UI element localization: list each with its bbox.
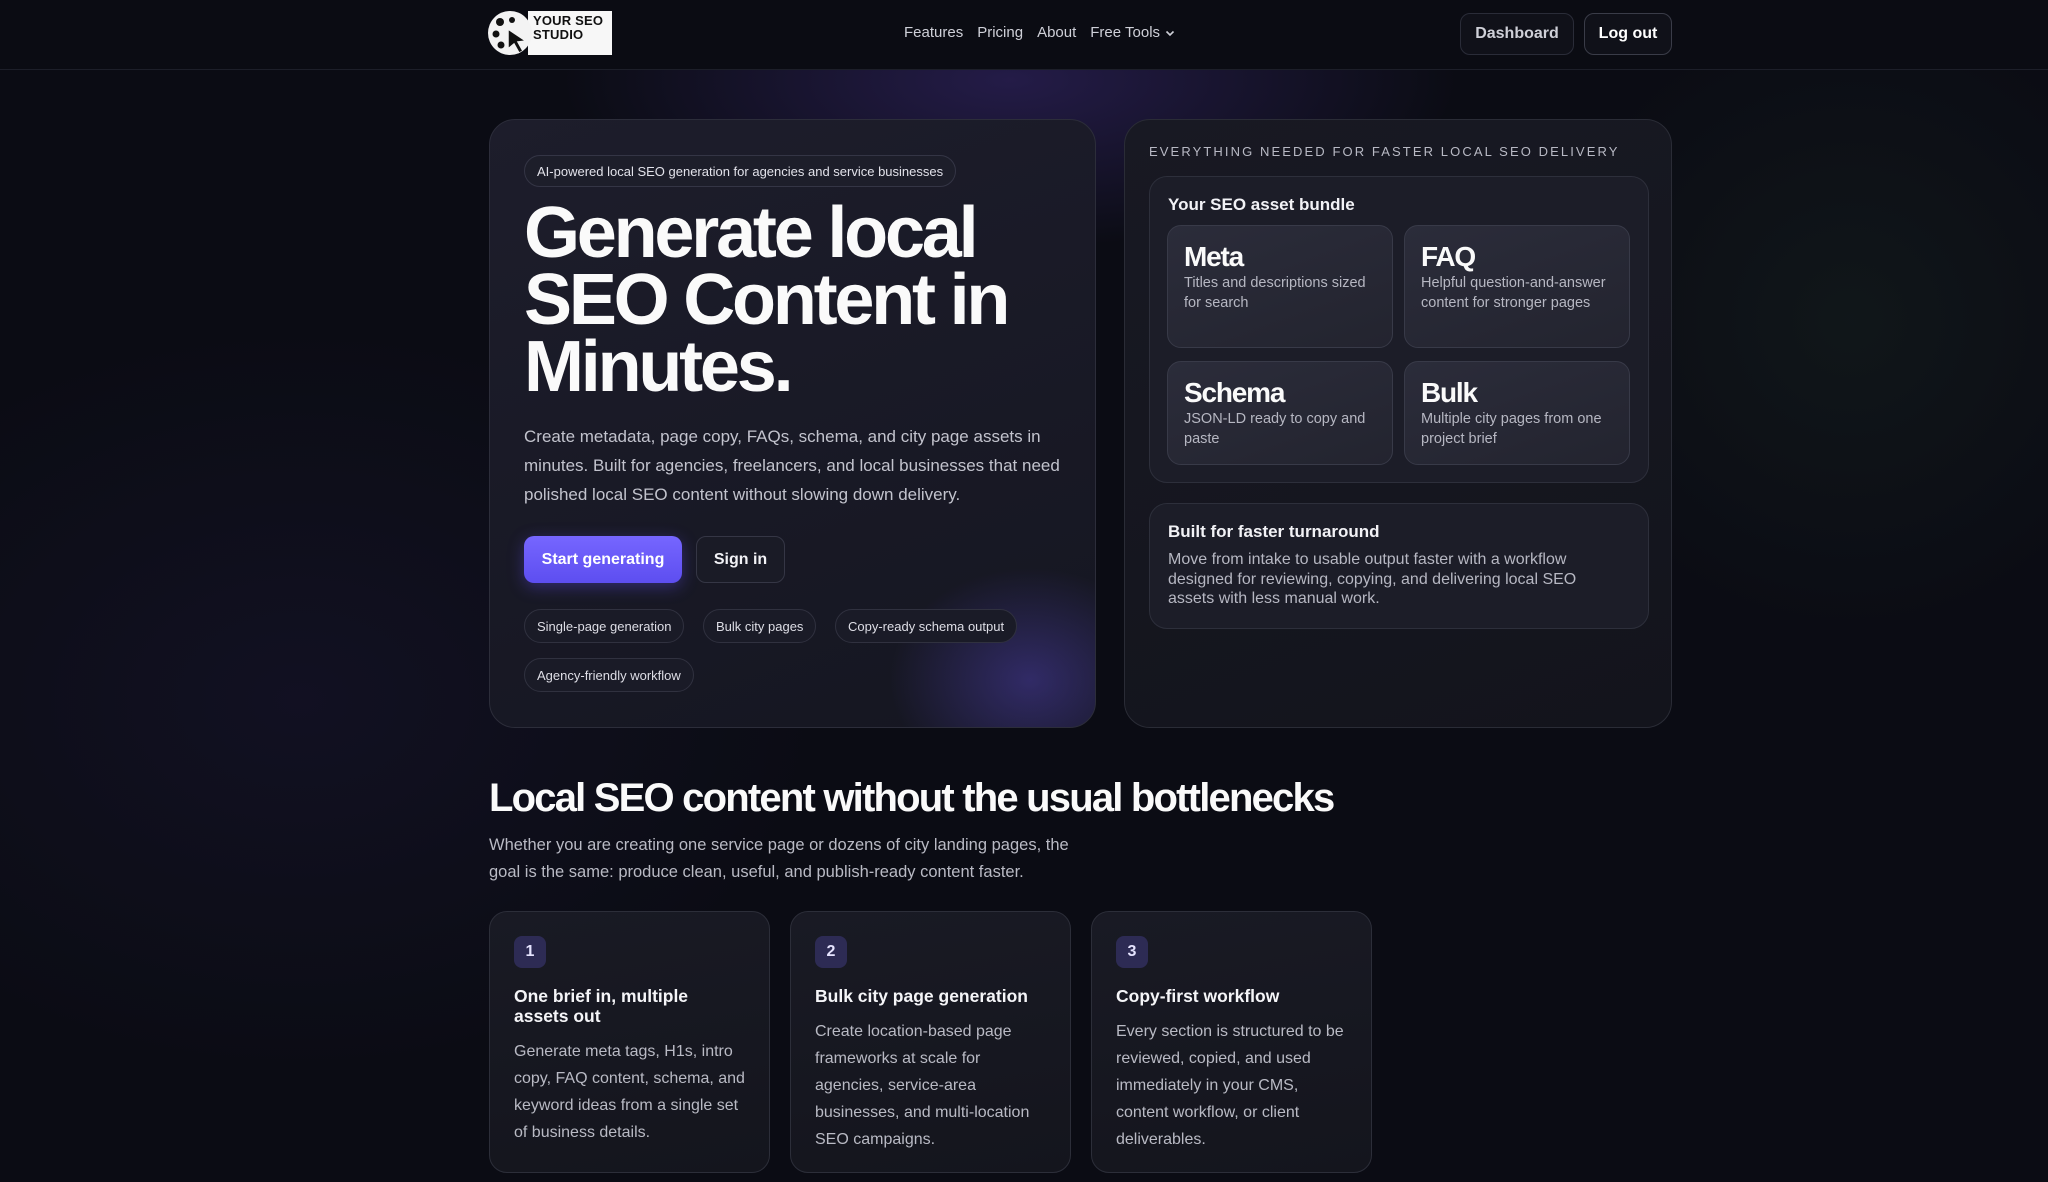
feature-title: Copy-first workflow (1116, 986, 1280, 1006)
logout-button[interactable]: Log out (1584, 13, 1672, 55)
section-description: Whether you are creating one service pag… (489, 836, 1069, 881)
asset-card-faq: FAQ Helpful question-and-answer content … (1404, 225, 1630, 348)
asset-bundle-card: Your SEO asset bundle Meta Titles and de… (1149, 176, 1649, 483)
step-number-badge: 1 (514, 936, 546, 968)
turnaround-card: Built for faster turnaround Move from in… (1149, 503, 1649, 629)
asset-desc: Helpful question-and-answer content for … (1421, 275, 1606, 311)
asset-name: FAQ (1421, 241, 1476, 272)
asset-panel: EVERYTHING NEEDED FOR FASTER LOCAL SEO D… (1124, 119, 1672, 728)
step-number-badge: 2 (815, 936, 847, 968)
hero-card: AI-powered local SEO generation for agen… (489, 119, 1096, 728)
feature-card-2: 2 Bulk city page generation Create locat… (790, 911, 1071, 1173)
nav-link-free-tools-label: Free Tools (1090, 24, 1161, 41)
asset-name: Bulk (1421, 377, 1478, 408)
asset-card-schema: Schema JSON-LD ready to copy and paste (1167, 361, 1393, 465)
section-title: Local SEO content without the usual bott… (489, 776, 1335, 820)
asset-desc: Titles and descriptions sized for search (1184, 275, 1366, 311)
feature-tag: Single-page generation (524, 609, 685, 643)
hero-description: Create metadata, page copy, FAQs, schema… (524, 427, 1060, 504)
feature-text: Create location-based page frameworks at… (815, 1023, 1030, 1148)
asset-name: Meta (1184, 241, 1244, 272)
asset-card-bulk: Bulk Multiple city pages from one projec… (1404, 361, 1630, 465)
nav-link-pricing[interactable]: Pricing (977, 24, 1023, 41)
hero-title: Generate local SEO Content in Minutes. (524, 193, 1010, 407)
nav-dropdown-free-tools[interactable]: Free Tools (1090, 24, 1176, 41)
feature-card-1: 1 One brief in, multiple assets out Gene… (489, 911, 770, 1173)
bundle-title: Your SEO asset bundle (1168, 195, 1355, 214)
nav-link-about[interactable]: About (1037, 24, 1076, 41)
asset-name: Schema (1184, 377, 1285, 408)
feature-tag: Agency-friendly workflow (524, 658, 694, 692)
panel-eyebrow: EVERYTHING NEEDED FOR FASTER LOCAL SEO D… (1149, 144, 1620, 159)
asset-desc: JSON-LD ready to copy and paste (1184, 411, 1366, 447)
feature-title: One brief in, multiple assets out (514, 986, 689, 1026)
asset-card-meta: Meta Titles and descriptions sized for s… (1167, 225, 1393, 348)
feature-card-3: 3 Copy-first workflow Every section is s… (1091, 911, 1372, 1173)
feature-tag: Bulk city pages (703, 609, 817, 643)
logo-cursor-icon (488, 11, 532, 55)
feature-title: Bulk city page generation (815, 986, 1028, 1006)
feature-text: Generate meta tags, H1s, intro copy, FAQ… (514, 1043, 745, 1141)
nav-link-features[interactable]: Features (904, 24, 963, 41)
turnaround-title: Built for faster turnaround (1168, 522, 1380, 541)
start-generating-button[interactable]: Start generating (524, 536, 682, 583)
chevron-down-icon (1165, 30, 1175, 36)
step-number-badge: 3 (1116, 936, 1148, 968)
sign-in-button[interactable]: Sign in (696, 536, 785, 583)
brand-logo[interactable]: YOUR SEO STUDIO (488, 11, 616, 55)
hero-badge: AI-powered local SEO generation for agen… (524, 155, 957, 187)
nav-links: Features Pricing About Free Tools (904, 24, 1190, 41)
feature-tag: Copy-ready schema output (835, 609, 1018, 643)
dashboard-button[interactable]: Dashboard (1460, 13, 1574, 55)
turnaround-text: Move from intake to usable output faster… (1168, 551, 1577, 607)
asset-desc: Multiple city pages from one project bri… (1421, 411, 1602, 447)
top-navbar: YOUR SEO STUDIO Features Pricing About F… (0, 0, 2048, 70)
feature-text: Every section is structured to be review… (1116, 1023, 1344, 1148)
logo-wordmark: YOUR SEO STUDIO (528, 11, 612, 55)
